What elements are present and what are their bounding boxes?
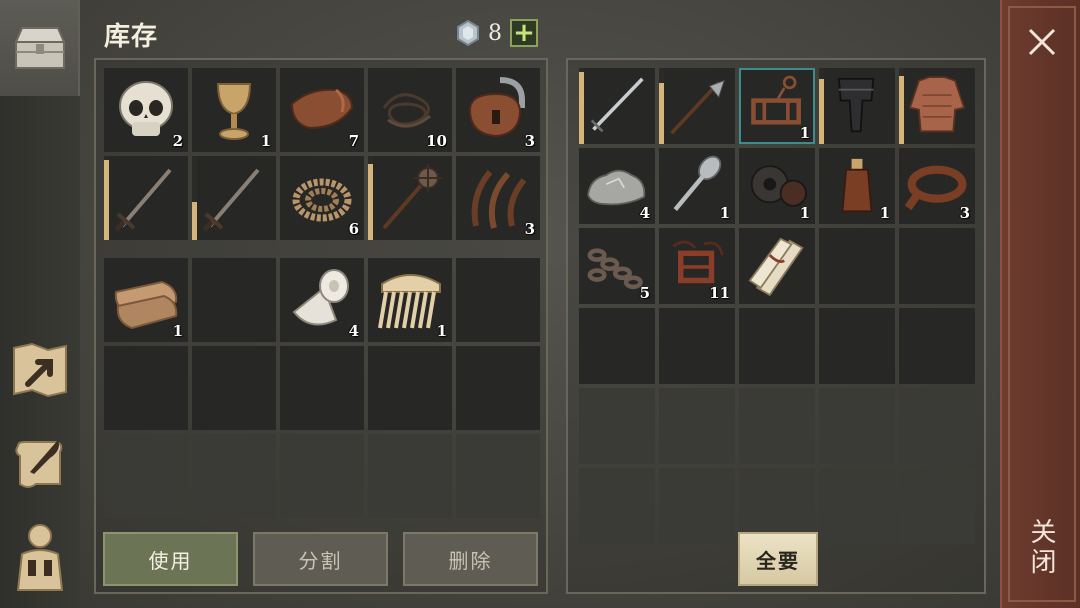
empty-slot[interactable] (104, 434, 188, 518)
empty-slot[interactable] (456, 258, 540, 342)
gem-count: 8 (488, 20, 502, 46)
close-panel-frame (1008, 6, 1076, 602)
item-count: 1 (172, 322, 183, 340)
inventory-slot[interactable]: 7 (280, 68, 364, 152)
empty-slot[interactable] (899, 468, 975, 544)
inventory-slot[interactable]: 11 (659, 228, 735, 304)
close-icon[interactable] (1022, 22, 1062, 62)
empty-slot[interactable] (819, 388, 895, 464)
inventory-slot[interactable]: 3 (456, 68, 540, 152)
item-count: 6 (348, 220, 359, 238)
empty-slot[interactable] (819, 228, 895, 304)
use-button[interactable]: 使用 (103, 532, 238, 586)
empty-slot[interactable] (579, 468, 655, 544)
close-label[interactable]: 关闭 (1024, 518, 1060, 578)
item-count: 4 (348, 322, 359, 340)
close-panel[interactable]: 关闭 (1000, 0, 1080, 608)
item-count: 4 (639, 204, 650, 222)
empty-slot[interactable] (280, 434, 364, 518)
empty-slot[interactable] (579, 308, 655, 384)
inventory-slot[interactable]: 4 (579, 148, 655, 224)
add-currency-button[interactable]: + (510, 19, 538, 47)
inventory-top-grid: 2 1 7 10 3 6 3 (104, 68, 540, 240)
inventory-slot[interactable]: 1 (368, 258, 452, 342)
item-count: 10 (426, 132, 447, 150)
item-count: 3 (524, 220, 535, 238)
empty-slot[interactable] (819, 308, 895, 384)
empty-slot[interactable] (192, 258, 276, 342)
currency-display: 8 + (454, 18, 538, 48)
inventory-slot[interactable]: 10 (368, 68, 452, 152)
delete-button[interactable]: 删除 (403, 532, 538, 586)
inventory-slot[interactable]: 3 (899, 148, 975, 224)
empty-slot[interactable] (899, 388, 975, 464)
gem-icon (457, 19, 479, 47)
inventory-slot[interactable]: 3 (456, 156, 540, 240)
chest-icon[interactable] (8, 14, 72, 78)
empty-slot[interactable] (659, 388, 735, 464)
inventory-slot[interactable] (104, 156, 188, 240)
empty-slot[interactable] (659, 468, 735, 544)
item-count: 1 (879, 204, 890, 222)
inventory-bottom-grid: 1 4 1 (104, 258, 540, 518)
inventory-slot[interactable] (579, 68, 655, 144)
empty-slot[interactable] (659, 308, 735, 384)
item-count: 11 (709, 284, 730, 302)
item-count: 1 (799, 124, 810, 142)
inventory-slot[interactable] (659, 68, 735, 144)
inventory-slot[interactable]: 1 (104, 258, 188, 342)
empty-slot[interactable] (819, 468, 895, 544)
split-button[interactable]: 分割 (253, 532, 388, 586)
take-all-button[interactable]: 全要 (738, 532, 818, 586)
inventory-slot[interactable] (368, 156, 452, 240)
empty-slot[interactable] (739, 308, 815, 384)
empty-slot[interactable] (192, 346, 276, 430)
empty-slot[interactable] (104, 346, 188, 430)
inventory-slot[interactable]: 1 (192, 68, 276, 152)
empty-slot[interactable] (368, 346, 452, 430)
item-count: 1 (260, 132, 271, 150)
sidebar (0, 0, 80, 608)
inventory-slot[interactable]: 1 (739, 68, 815, 144)
loot-grid: 1 4 1 1 1 3 5 11 (579, 68, 975, 544)
empty-slot[interactable] (368, 434, 452, 518)
inventory-slot[interactable] (192, 156, 276, 240)
empty-slot[interactable] (899, 228, 975, 304)
empty-slot[interactable] (456, 346, 540, 430)
item-count: 3 (959, 204, 970, 222)
item-count: 2 (172, 132, 183, 150)
page-title: 库存 (104, 22, 159, 52)
item-count: 3 (524, 132, 535, 150)
character-backpack-icon[interactable] (8, 520, 72, 591)
inventory-slot[interactable]: 5 (579, 228, 655, 304)
inventory-slot[interactable]: 1 (819, 148, 895, 224)
empty-slot[interactable] (899, 308, 975, 384)
item-count: 7 (348, 132, 359, 150)
map-arrow-icon[interactable] (8, 338, 72, 402)
inventory-slot[interactable]: 1 (739, 148, 815, 224)
inventory-slot[interactable] (899, 68, 975, 144)
item-count: 1 (799, 204, 810, 222)
item-count: 1 (719, 204, 730, 222)
empty-slot[interactable] (280, 346, 364, 430)
item-count: 1 (436, 322, 447, 340)
inventory-slot[interactable]: 4 (280, 258, 364, 342)
empty-slot[interactable] (579, 388, 655, 464)
inventory-slot[interactable]: 6 (280, 156, 364, 240)
inventory-slot[interactable]: 2 (104, 68, 188, 152)
item-count: 5 (639, 284, 650, 302)
inventory-slot[interactable] (739, 228, 815, 304)
scroll-quill-icon[interactable] (8, 432, 72, 496)
empty-slot[interactable] (456, 434, 540, 518)
inventory-slot[interactable] (819, 68, 895, 144)
empty-slot[interactable] (192, 434, 276, 518)
inventory-slot[interactable]: 1 (659, 148, 735, 224)
empty-slot[interactable] (739, 388, 815, 464)
